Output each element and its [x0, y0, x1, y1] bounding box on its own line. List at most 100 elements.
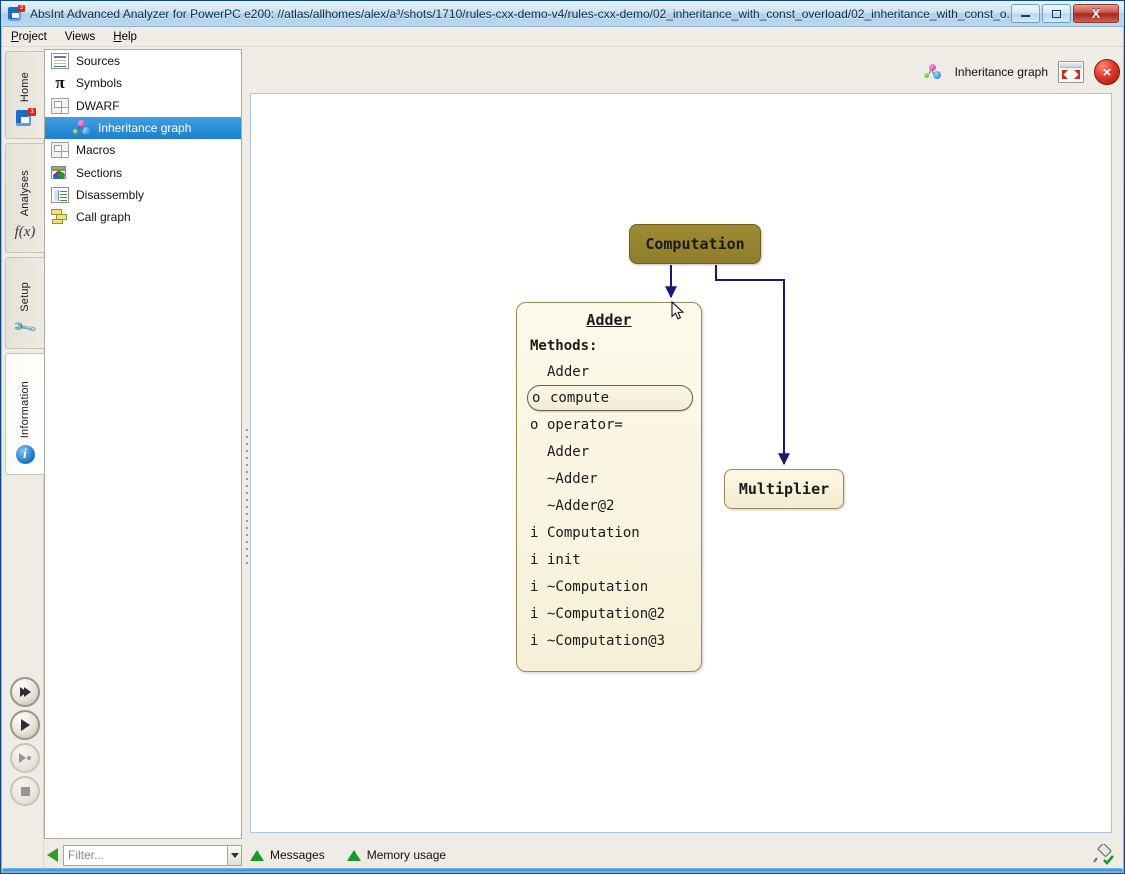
navigation-tree: Sources π Symbols DWARF Inheritance grap… — [44, 49, 242, 839]
method-name: init — [547, 551, 581, 568]
expand-window-icon[interactable] — [1058, 61, 1084, 83]
tree-item-symbols[interactable]: π Symbols — [45, 72, 241, 94]
macros-icon — [51, 142, 69, 159]
vtab-analyses-label: Analyses — [19, 169, 31, 216]
sections-icon — [51, 165, 69, 181]
app-logo-icon: 3 — [8, 4, 25, 22]
close-view-button[interactable]: × — [1094, 59, 1120, 85]
maximize-button[interactable] — [1042, 4, 1071, 23]
adder-method-row[interactable]: ~Adder@2 — [517, 492, 701, 519]
graph-view-title-label: Inheritance graph — [954, 65, 1048, 79]
sources-icon — [51, 53, 69, 70]
adder-method-row[interactable]: Adder — [517, 358, 701, 385]
graph-view-panel: Inheritance graph × Computation Multipli… — [250, 49, 1122, 839]
status-item-memory-usage-label: Memory usage — [366, 848, 447, 862]
method-name: Computation — [547, 524, 640, 541]
graph-canvas[interactable]: Computation Multiplier Adder Methods: Ad… — [250, 93, 1112, 833]
method-kind-marker: o — [532, 390, 541, 406]
panel-splitter[interactable] — [243, 49, 250, 839]
green-left-arrow-icon[interactable] — [47, 848, 58, 862]
tree-item-symbols-label: Symbols — [76, 76, 123, 91]
adder-method-row[interactable]: o operator= — [517, 411, 701, 438]
graph-view-title: Inheritance graph — [923, 64, 1048, 80]
tree-item-sources-label: Sources — [76, 54, 121, 69]
tree-item-inheritance-graph-label: Inheritance graph — [98, 121, 192, 136]
method-name: Adder — [547, 443, 590, 460]
green-triangle-icon — [250, 849, 264, 861]
adder-method-row[interactable]: i Computation — [517, 519, 701, 546]
adder-method-row[interactable]: i ~Computation@3 — [517, 627, 701, 654]
vtab-information[interactable]: i Information — [5, 353, 44, 475]
menu-bar: Project Views Help — [2, 27, 1123, 47]
disassembly-icon — [51, 186, 69, 203]
a3-logo-icon: 3 — [13, 106, 37, 130]
tree-item-macros-label: Macros — [76, 143, 116, 158]
tree-item-disassembly-label: Disassembly — [76, 187, 145, 202]
method-name: ~Computation@2 — [547, 605, 666, 622]
method-kind-marker: i — [530, 551, 539, 568]
minimize-button[interactable] — [1011, 4, 1040, 23]
tree-item-call-graph[interactable]: Call graph — [45, 206, 241, 228]
method-kind-marker: i — [530, 524, 539, 541]
filter-control — [44, 844, 242, 866]
run-control-group — [10, 677, 44, 809]
run-button[interactable] — [10, 710, 40, 740]
graph-node-computation[interactable]: Computation — [629, 224, 761, 264]
method-kind-marker: i — [530, 578, 539, 595]
mouse-cursor — [671, 301, 685, 320]
tree-item-dwarf[interactable]: DWARF — [45, 95, 241, 117]
menu-project[interactable]: Project — [2, 29, 56, 45]
filter-input[interactable] — [63, 844, 228, 866]
method-name: ~Adder@2 — [547, 497, 615, 514]
dwarf-icon — [51, 97, 69, 114]
graph-node-multiplier[interactable]: Multiplier — [724, 469, 844, 509]
window-bottom-glow — [3, 868, 1122, 871]
method-kind-marker: i — [530, 605, 539, 622]
wrench-icon: 🔧 — [12, 315, 39, 342]
step-button[interactable] — [10, 743, 40, 773]
menu-project-label: roject — [18, 30, 47, 43]
adder-method-row[interactable]: o compute — [527, 385, 693, 411]
stop-button[interactable] — [10, 776, 40, 806]
application-window: 3 AbsInt Advanced Analyzer for PowerPC e… — [0, 0, 1125, 874]
method-kind-marker: i — [530, 632, 539, 649]
fx-icon: f(x) — [14, 223, 36, 240]
filter-dropdown-button[interactable] — [228, 844, 242, 866]
green-triangle-icon — [346, 849, 361, 861]
graph-node-adder[interactable]: Adder Methods: Adder o compute o operator= Ad… — [516, 302, 702, 672]
tree-item-sources[interactable]: Sources — [45, 50, 241, 72]
vtab-setup[interactable]: 🔧 Setup — [5, 257, 44, 349]
adder-method-row[interactable]: i ~Computation@2 — [517, 600, 701, 627]
vtab-home[interactable]: 3 Home — [5, 51, 44, 139]
inheritance-graph-icon — [73, 120, 91, 136]
status-item-messages[interactable]: Messages — [250, 848, 325, 862]
method-name: operator= — [547, 416, 623, 433]
pi-icon: π — [55, 73, 65, 93]
adder-method-row[interactable]: i init — [517, 546, 701, 573]
graph-toolbar: Inheritance graph × — [923, 51, 1120, 93]
plug-connected-icon[interactable] — [1091, 844, 1115, 866]
method-kind-marker: o — [530, 416, 539, 433]
run-all-button[interactable] — [10, 677, 40, 707]
menu-help[interactable]: Help — [104, 29, 146, 45]
adder-method-row[interactable]: i ~Computation — [517, 573, 701, 600]
menu-views[interactable]: Views — [56, 29, 104, 45]
tree-item-disassembly[interactable]: Disassembly — [45, 184, 241, 206]
adder-method-row[interactable]: Adder — [517, 438, 701, 465]
tree-item-macros[interactable]: Macros — [45, 139, 241, 161]
method-name: Adder — [547, 363, 590, 380]
chevron-down-icon — [230, 852, 239, 858]
graph-node-multiplier-label: Multiplier — [738, 480, 830, 498]
method-name: ~Adder — [547, 470, 598, 487]
adder-method-row[interactable]: ~Adder — [517, 465, 701, 492]
method-name: ~Computation — [547, 578, 649, 595]
tree-item-sections[interactable]: Sections — [45, 161, 241, 183]
window-frame: 3 AbsInt Advanced Analyzer for PowerPC e… — [0, 0, 1125, 874]
status-item-messages-label: Messages — [270, 848, 325, 862]
close-window-button[interactable]: X — [1073, 4, 1119, 23]
tree-item-sections-label: Sections — [76, 165, 123, 180]
vtab-analyses[interactable]: f(x) Analyses — [5, 143, 44, 253]
tree-item-inheritance-graph[interactable]: Inheritance graph — [45, 116, 241, 140]
status-item-memory-usage[interactable]: Memory usage — [346, 848, 447, 862]
adder-methods-heading: Methods: — [530, 338, 598, 354]
